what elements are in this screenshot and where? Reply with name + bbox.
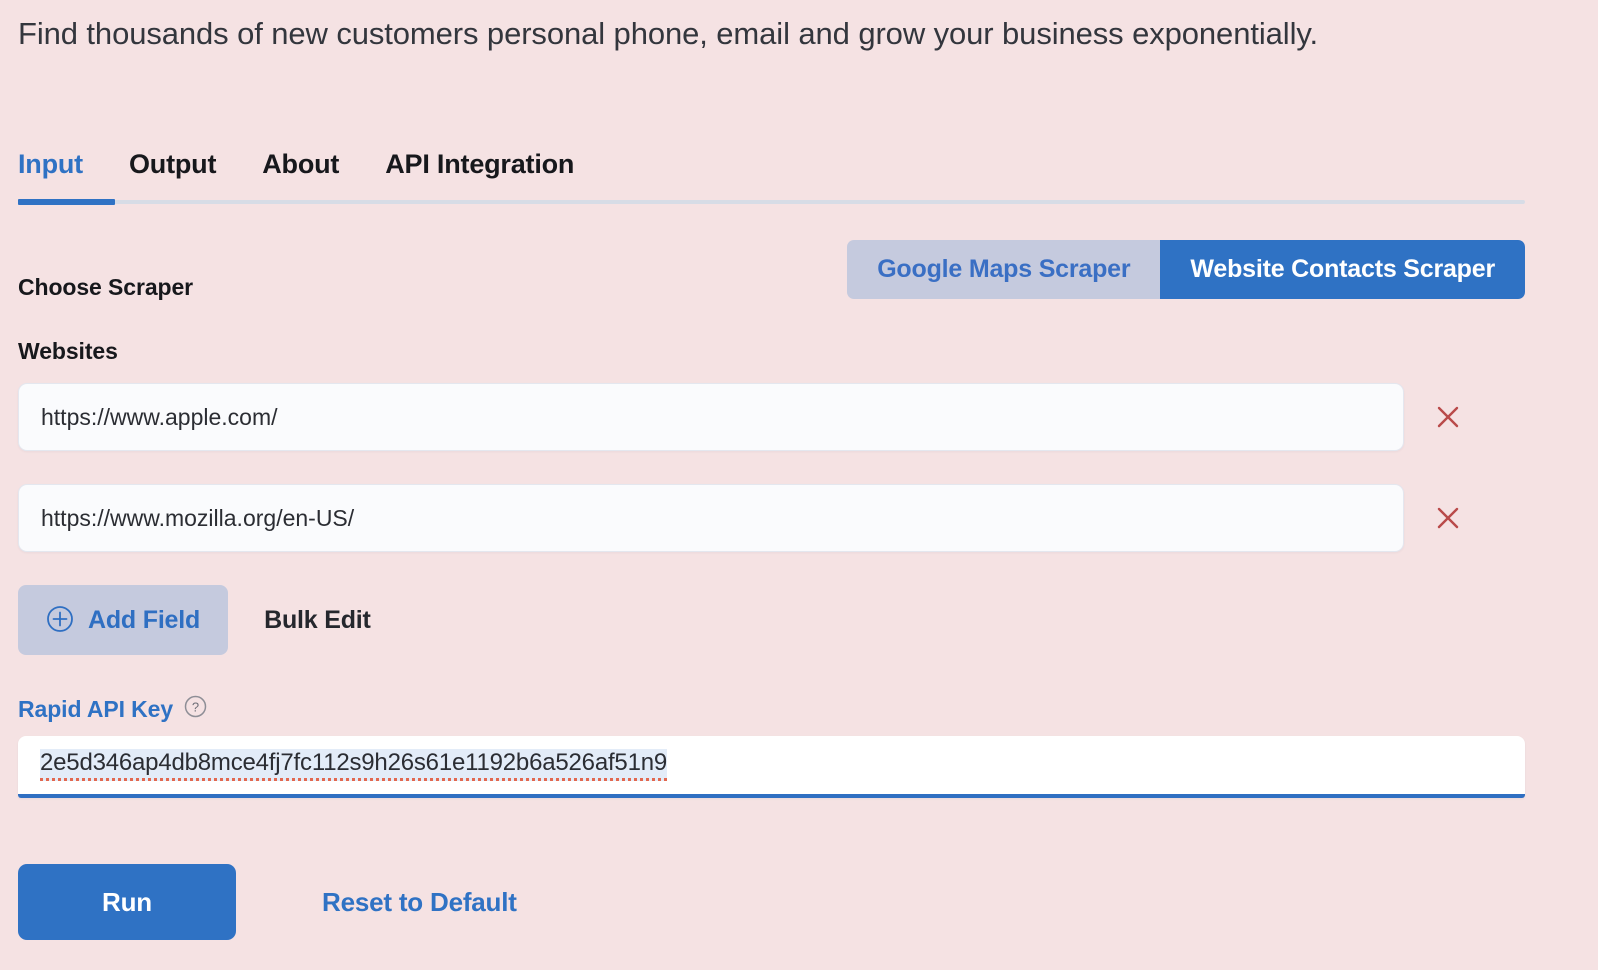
tab-input[interactable]: Input xyxy=(18,144,107,184)
scraper-option-google-maps[interactable]: Google Maps Scraper xyxy=(847,240,1161,299)
page-title: Find thousands of new customers personal… xyxy=(18,16,1318,51)
close-x-icon[interactable] xyxy=(1431,501,1465,535)
field-actions-row: Add Field Bulk Edit xyxy=(18,585,371,655)
bulk-edit-button[interactable]: Bulk Edit xyxy=(264,606,371,635)
footer-actions: Run Reset to Default xyxy=(18,864,523,940)
api-key-label: Rapid API Key xyxy=(18,695,174,722)
website-row xyxy=(18,383,1525,451)
website-input-1[interactable] xyxy=(18,383,1404,451)
tab-divider xyxy=(18,200,1525,204)
svg-text:?: ? xyxy=(192,699,199,714)
scraper-option-website-contacts[interactable]: Website Contacts Scraper xyxy=(1160,240,1525,299)
websites-label: Websites xyxy=(18,338,118,364)
add-field-button[interactable]: Add Field xyxy=(18,585,229,655)
api-key-label-row: Rapid API Key ? xyxy=(18,694,208,724)
website-row xyxy=(18,484,1525,552)
plus-circle-icon xyxy=(46,605,74,636)
choose-scraper-row: Choose Scraper Google Maps Scraper Websi… xyxy=(18,240,1525,318)
tab-about[interactable]: About xyxy=(262,144,363,184)
tab-bar: Input Output About API Integration xyxy=(18,144,1525,205)
reset-to-default-button[interactable]: Reset to Default xyxy=(316,886,523,919)
api-key-field[interactable]: 2e5d346ap4db8mce4fj7fc112s9h26s61e1192b6… xyxy=(18,736,1525,798)
tab-active-indicator xyxy=(18,199,115,205)
run-button[interactable]: Run xyxy=(18,864,236,940)
choose-scraper-label: Choose Scraper xyxy=(18,273,193,300)
question-circle-icon[interactable]: ? xyxy=(183,694,208,724)
website-input-2[interactable] xyxy=(18,484,1404,552)
tab-api-integration[interactable]: API Integration xyxy=(385,144,598,184)
add-field-label: Add Field xyxy=(88,605,201,634)
api-key-value[interactable]: 2e5d346ap4db8mce4fj7fc112s9h26s61e1192b6… xyxy=(40,749,667,781)
close-x-icon[interactable] xyxy=(1431,400,1465,434)
tab-output[interactable]: Output xyxy=(129,144,240,184)
scraper-toggle-group: Google Maps Scraper Website Contacts Scr… xyxy=(847,240,1525,299)
